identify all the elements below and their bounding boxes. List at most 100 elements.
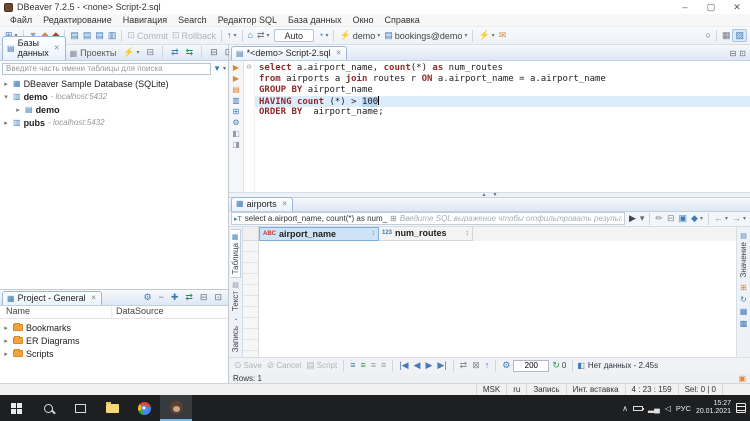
search-button[interactable]: ○ (704, 30, 713, 41)
battery-icon[interactable] (632, 405, 644, 411)
notification-center-icon[interactable] (736, 403, 746, 413)
value-grid-button[interactable]: ▦ (740, 307, 748, 316)
save-filter-button[interactable]: ▣ (677, 213, 690, 224)
sql-editor[interactable]: ▶ ▶ ▤ ▥ ⊞ ⚙ ◧ ◨ ⊖ select a.airport_name, count(… (229, 61, 750, 192)
proj-link-button[interactable]: ⇄ (183, 292, 195, 303)
sql-line-5[interactable]: ORDER BY airport_name; (255, 107, 750, 118)
commit-mode-button[interactable]: ◔ ▾ (316, 30, 330, 41)
navigator-tree-item[interactable]: ▸ ▤ demo (0, 103, 228, 116)
first-page-button[interactable]: |◀ (397, 360, 410, 371)
menu-3[interactable]: Навигация (118, 15, 172, 25)
value-metadata-button[interactable]: ▩ (740, 319, 748, 328)
proj-maximize-button[interactable]: ⊡ (212, 292, 224, 303)
clear-filter-button[interactable]: ✏ (653, 213, 665, 224)
editor-settings-button[interactable]: ⚙ (232, 118, 239, 127)
presentation-tab-запись[interactable]: ◔ Запись (231, 314, 240, 355)
run-task-button[interactable]: ⚡ ▾ (476, 30, 496, 41)
expand-chevron-icon[interactable]: ▸ (2, 80, 10, 88)
grid-corner[interactable] (243, 226, 259, 241)
row-number-cell[interactable] (243, 340, 258, 351)
prev-page-button[interactable]: ◀ (412, 360, 423, 371)
refresh-grid-button[interactable]: ⇄ (458, 360, 470, 371)
open-perspective-button[interactable]: ▦ (720, 30, 733, 41)
editor-maximize-icon[interactable]: ⊡ (739, 49, 746, 58)
menu-8[interactable]: Справка (380, 15, 425, 25)
row-number-cell[interactable] (243, 307, 258, 318)
last-page-button[interactable]: ▶| (435, 360, 448, 371)
delete-row-button[interactable]: ≡ (379, 360, 388, 371)
proj-minimize-button[interactable]: ⊟ (198, 292, 210, 303)
filter-rows-button[interactable]: ≡ (348, 360, 357, 371)
navigator-tree-item[interactable]: ▾ ▥ demo - localhost:5432 (0, 90, 228, 103)
filter-expand-icon[interactable]: ⊞ (390, 214, 397, 223)
sql-line-4[interactable]: HAVING count (*) > 100 (255, 96, 750, 107)
expand-chevron-icon[interactable]: ▸ (2, 337, 10, 345)
tab-results-airports[interactable]: ▦ airports ✕ (231, 196, 294, 211)
start-button[interactable] (0, 395, 32, 421)
explain-plan-button[interactable]: ▥ (232, 96, 240, 105)
nav-minimize-button[interactable]: ⊟ (208, 47, 220, 58)
language-indicator[interactable]: РУС (676, 404, 691, 413)
panel-config-button[interactable]: ◆ ▾ (689, 213, 705, 224)
filter-dropdown-icon[interactable]: ▾ (223, 65, 226, 72)
row-number-cell[interactable] (243, 329, 258, 340)
tab-close-icon[interactable]: ✕ (54, 44, 60, 52)
filter-funnel-icon[interactable]: ▼ (213, 64, 221, 73)
proj-collapse-button[interactable]: − (157, 292, 166, 303)
dbeaver-taskbar-button[interactable] (160, 395, 192, 421)
row-number-cell[interactable] (243, 318, 258, 329)
toggle-panel-left-button[interactable]: ◧ (232, 129, 240, 138)
execute-script-button[interactable]: ▤ (232, 85, 240, 94)
autocommit-select[interactable]: Auto (272, 28, 317, 43)
menu-5[interactable]: Редактор SQL (213, 15, 282, 25)
toggle-panels-button[interactable]: ⊠ (470, 360, 482, 371)
navigator-tree-item[interactable]: ▸ ▦ DBeaver Sample Database (SQLite) (0, 77, 228, 90)
toggle-panel-right-button[interactable]: ◨ (232, 140, 240, 149)
tab-databases[interactable]: ▤ Базы данных ✕ (2, 36, 66, 60)
filter-history-button[interactable]: ▾ (638, 213, 647, 224)
database-select[interactable]: ▤ bookings@demo ▾ (382, 30, 469, 42)
maximize-button[interactable]: ▢ (698, 0, 724, 14)
chrome-button[interactable] (128, 395, 160, 421)
menu-1[interactable]: Файл (5, 15, 37, 25)
sql-line-1[interactable]: select a.airport_name, count(*) as num_r… (255, 63, 750, 74)
nav-prev-result-button[interactable]: ← ▾ (712, 213, 730, 224)
results-tab-close-icon[interactable]: ✕ (282, 200, 288, 208)
column-header-num_routes[interactable]: 123 num_routes ↕ (379, 226, 473, 241)
column-name[interactable]: Name (0, 306, 112, 318)
navigator-tree-item[interactable]: ▸ ▥ pubs - localhost:5432 (0, 116, 228, 129)
column-datasource[interactable]: DataSource (112, 306, 164, 318)
filter-expression-input[interactable] (399, 213, 622, 224)
editor-minimize-icon[interactable]: ⊟ (730, 49, 737, 58)
connection-select[interactable]: ⚡ demo ▾ (337, 30, 382, 42)
filter-config-button[interactable]: ⊟ (665, 213, 677, 224)
column-header-airport_name[interactable]: ABC airport_name ↕ (259, 226, 379, 241)
row-number-cell[interactable] (243, 263, 258, 274)
tab-projects[interactable]: ▦ Проекты (66, 47, 122, 60)
grid-rows-area[interactable] (259, 240, 736, 357)
project-tree-item[interactable]: ▸ ER Diagrams (0, 334, 228, 347)
proj-settings-button[interactable]: ⚙ (141, 292, 153, 303)
add-row-button[interactable]: ≡ (358, 360, 367, 371)
taskbar-search-button[interactable] (32, 395, 64, 421)
volume-icon[interactable]: ◁ (665, 404, 671, 413)
open-sql-editor-button[interactable]: ▤ (68, 30, 81, 41)
proj-expand-button[interactable]: ✚ (169, 292, 181, 303)
row-number-cell[interactable] (243, 285, 258, 296)
new-sql-editor-button[interactable]: ▤ (81, 30, 94, 41)
expand-chevron-icon[interactable]: ▸ (14, 106, 22, 114)
fetch-size-input[interactable] (513, 359, 550, 372)
nav-back-button[interactable]: ⇄ (169, 47, 181, 58)
sql-code-area[interactable]: select a.airport_name, count(*) as num_r… (255, 61, 750, 192)
next-page-button[interactable]: ▶ (423, 360, 434, 371)
sort-filter-icon[interactable]: ↕ (466, 230, 470, 237)
query-export-button[interactable]: ⊞ (233, 107, 240, 116)
export-results-button[interactable]: ↑ (483, 360, 492, 371)
row-number-cell[interactable] (243, 296, 258, 307)
menu-7[interactable]: Окно (348, 15, 379, 25)
project-tree-item[interactable]: ▸ Scripts (0, 347, 228, 360)
tab-script[interactable]: ▤ *<demo> Script-2.sql ✕ (231, 46, 348, 60)
data-transfer-button[interactable]: ⇄ ▾ (255, 30, 272, 41)
value-refresh-button[interactable]: ↻ (740, 295, 747, 304)
execute-statement-button[interactable]: ▶ (233, 63, 239, 72)
